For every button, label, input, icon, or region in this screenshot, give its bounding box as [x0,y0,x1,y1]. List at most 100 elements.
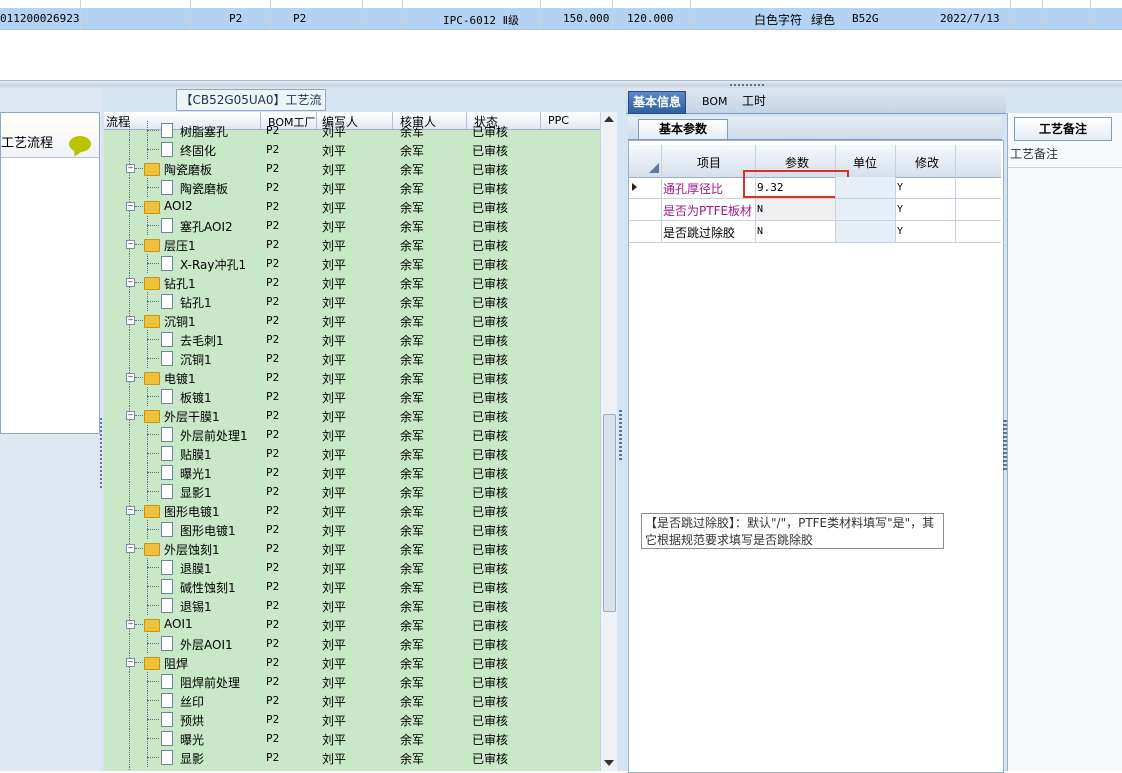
scrollbar-thumb[interactable] [603,414,616,612]
flow-row[interactable]: 显影1 P2 刘平 余军 已审核 [104,482,600,501]
tree-toggle-icon[interactable]: − [126,202,135,211]
tree-toggle-icon[interactable]: − [126,544,135,553]
flow-step-name: AOI1 [164,617,193,631]
flow-row[interactable]: 终固化 P2 刘平 余军 已审核 [104,140,600,159]
comment-bubble-icon[interactable] [69,136,91,152]
flow-row[interactable]: 外层AOI1 P2 刘平 余军 已审核 [104,634,600,653]
flow-row[interactable]: − 图形电镀1 P2 刘平 余军 已审核 [104,501,600,520]
flow-row[interactable]: 预烘 P2 刘平 余军 已审核 [104,710,600,729]
scroll-up-icon[interactable] [604,116,614,122]
tree-toggle-icon[interactable]: − [126,278,135,287]
flow-row[interactable]: 外层前处理1 P2 刘平 余军 已审核 [104,425,600,444]
param-value-input[interactable]: N [757,204,763,215]
col-header-edit[interactable]: 修改 [915,154,939,171]
param-value-input[interactable]: 9.32 [757,181,784,194]
flow-row[interactable]: 阻焊前处理 P2 刘平 余军 已审核 [104,672,600,691]
flow-row[interactable]: − AOI1 P2 刘平 余军 已审核 [104,615,600,634]
flow-row[interactable]: X-Ray冲孔1 P2 刘平 余军 已审核 [104,254,600,273]
flow-step-name: 板镀1 [180,391,212,405]
flow-row[interactable]: −字符P2刘平余军已审核 [104,767,600,771]
status: 已审核 [472,524,509,538]
tree-line [129,444,130,463]
flow-row[interactable]: − 钻孔1 P2 刘平 余军 已审核 [104,273,600,292]
tab-bom[interactable]: BOM [698,91,732,112]
tree-toggle-icon[interactable]: − [126,316,135,325]
tab-process-remarks[interactable]: 工艺备注 [1014,117,1112,141]
flow-row[interactable]: 显影 P2 刘平 余军 已审核 [104,748,600,767]
flow-row[interactable]: 贴膜1 P2 刘平 余军 已审核 [104,444,600,463]
grid-vertical-scrollbar[interactable] [600,112,617,771]
flow-row[interactable]: 曝光1 P2 刘平 余军 已审核 [104,463,600,482]
grid-row-selected[interactable]: 011200026923 P2 P2 IPC-6012 Ⅱ级 150.000 1… [0,8,1122,30]
scroll-down-icon[interactable] [604,760,614,766]
status: 已审核 [472,296,509,310]
flow-row[interactable]: − 阻焊 P2 刘平 余军 已审核 [104,653,600,672]
param-unit-cell[interactable] [836,221,895,242]
process-nav-header[interactable]: 工艺流程 [1,121,99,158]
flow-row[interactable]: 树脂塞孔 P2 刘平 余军 已审核 [104,121,600,140]
param-subtab-bar: 基本参数 [628,117,1002,140]
flow-row[interactable]: 陶瓷磨板 P2 刘平 余军 已审核 [104,178,600,197]
param-row[interactable]: 是否为PTFE板材 N Y [629,199,1001,221]
flow-step-name: 显影 [180,752,205,766]
flow-row[interactable]: − AOI2 P2 刘平 余军 已审核 [104,197,600,216]
flow-step-name: 贴膜1 [180,448,212,462]
folder-icon [144,277,160,290]
bom-factory: P2 [266,751,280,764]
col-divider [895,221,896,242]
flow-row[interactable]: 退锡1 P2 刘平 余军 已审核 [104,596,600,615]
corner-selector-icon[interactable] [649,163,659,173]
tab-work-hours[interactable]: 工时 [738,91,770,112]
param-grid: 项目 参数 单位 修改 通孔厚径比 9.32 Y 是否为PTFE板材 N Y 是… [628,140,1004,773]
writer: 刘平 [322,334,347,348]
tree-toggle-icon[interactable]: − [126,164,135,173]
tree-toggle-icon[interactable]: − [126,506,135,515]
tree-toggle-icon[interactable]: − [126,620,135,629]
flow-row[interactable]: 钻孔1 P2 刘平 余军 已审核 [104,292,600,311]
bom-factory: P2 [266,675,280,688]
param-value-input[interactable]: N [757,226,763,237]
tab-basic-info[interactable]: 基本信息 [628,91,687,114]
flow-row[interactable]: 板镀1 P2 刘平 余军 已审核 [104,387,600,406]
flow-row[interactable]: − 外层干膜1 P2 刘平 余军 已审核 [104,406,600,425]
flow-row[interactable]: 丝印 P2 刘平 余军 已审核 [104,691,600,710]
status: 已审核 [472,277,509,291]
cell-code: 011200026923 [0,12,80,25]
tree-toggle-icon[interactable]: − [126,411,135,420]
flow-row[interactable]: − 沉铜1 P2 刘平 余军 已审核 [104,311,600,330]
writer: 刘平 [322,638,347,652]
flow-row[interactable]: − 陶瓷磨板 P2 刘平 余军 已审核 [104,159,600,178]
param-unit-cell[interactable] [836,199,895,220]
flow-row[interactable]: 图形电镀1 P2 刘平 余军 已审核 [104,520,600,539]
tab-basic-params[interactable]: 基本参数 [638,119,728,139]
tree-toggle-icon[interactable]: − [126,240,135,249]
tree-toggle-icon[interactable]: − [126,373,135,382]
flow-row[interactable]: − 电镀1 P2 刘平 余军 已审核 [104,368,600,387]
document-icon [161,142,173,157]
flow-row[interactable]: 曝光 P2 刘平 余军 已审核 [104,729,600,748]
param-row[interactable]: 是否跳过除胶 N Y [629,221,1001,243]
flow-row[interactable]: 碱性蚀刻1 P2 刘平 余军 已审核 [104,577,600,596]
col-header-param[interactable]: 参数 [785,154,809,171]
reviewer: 余军 [400,315,425,329]
tree-line [135,206,143,207]
param-row[interactable]: 通孔厚径比 9.32 Y [629,170,1001,199]
flow-row[interactable]: 塞孔AOI2 P2 刘平 余军 已审核 [104,216,600,235]
param-value-cell[interactable] [756,199,835,220]
flow-row[interactable]: 沉铜1 P2 刘平 余军 已审核 [104,349,600,368]
document-icon [161,351,173,366]
flow-row[interactable]: 去毛刺1 P2 刘平 余军 已审核 [104,330,600,349]
flow-row[interactable]: 退膜1 P2 刘平 余军 已审核 [104,558,600,577]
document-icon [161,693,173,708]
tree-line [129,121,130,140]
flow-row[interactable]: − 外层蚀刻1 P2 刘平 余军 已审核 [104,539,600,558]
bom-factory: P2 [266,181,280,194]
col-divider [755,221,756,242]
reviewer: 余军 [400,448,425,462]
tree-toggle-icon[interactable]: − [126,658,135,667]
param-unit-cell[interactable] [836,177,895,198]
flow-row[interactable]: − 层压1 P2 刘平 余军 已审核 [104,235,600,254]
col-header-item[interactable]: 项目 [697,154,721,171]
col-header-unit[interactable]: 单位 [853,154,877,171]
reviewer: 余军 [400,296,425,310]
